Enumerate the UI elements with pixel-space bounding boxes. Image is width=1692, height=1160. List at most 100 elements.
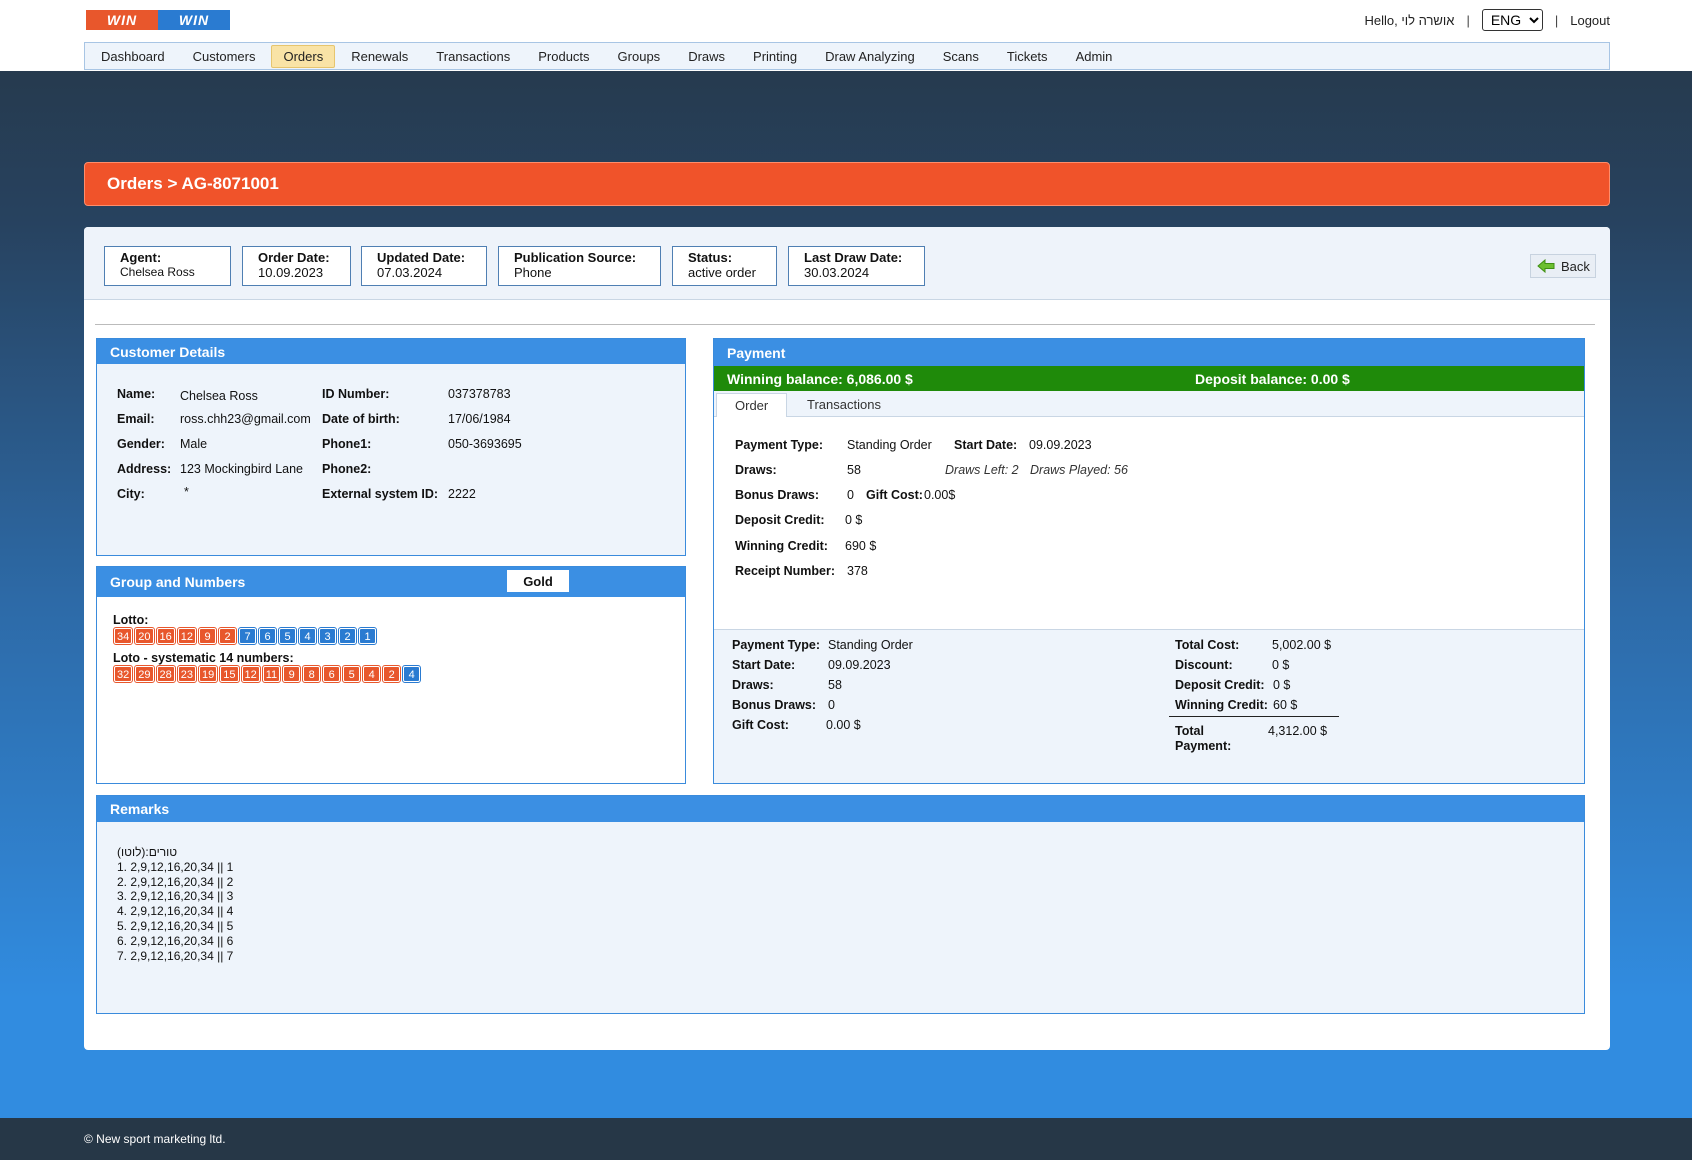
info-agent: Agent: Chelsea Ross <box>104 246 231 286</box>
group-numbers-heading: Group and Numbers Gold <box>97 567 685 597</box>
remarks-line: 3. 2,9,12,16,20,34 || 3 <box>117 889 234 904</box>
deposit-balance: Deposit balance: 0.00 $ <box>1195 371 1350 387</box>
greeting-text: Hello, אושרה לוי <box>1364 12 1455 28</box>
nav-item-tickets[interactable]: Tickets <box>995 45 1060 68</box>
logo-part-win: WIN <box>86 10 158 30</box>
summary-payment-type-value: Standing Order <box>828 638 913 652</box>
customer-address-label: Address: <box>117 462 172 476</box>
summary-winning-credit-label: Winning Credit: <box>1175 698 1268 712</box>
order-start-date-label: Start Date: <box>954 438 1018 452</box>
summary-start-date-value: 09.09.2023 <box>828 658 891 672</box>
winning-balance: Winning balance: 6,086.00 $ <box>727 371 913 387</box>
nav-item-draws[interactable]: Draws <box>676 45 737 68</box>
customer-email-value: ross.chh23@gmail.com <box>180 412 311 426</box>
nav-item-products[interactable]: Products <box>526 45 601 68</box>
remarks-line: 5. 2,9,12,16,20,34 || 5 <box>117 918 234 933</box>
nav-item-scans[interactable]: Scans <box>931 45 991 68</box>
number-ball-red: 2 <box>218 627 237 645</box>
nav-item-customers[interactable]: Customers <box>181 45 268 68</box>
number-ball-red: 16 <box>155 627 176 645</box>
order-info-strip: Agent: Chelsea Ross Order Date: 10.09.20… <box>84 227 1610 300</box>
logout-link[interactable]: Logout <box>1570 13 1610 28</box>
number-ball-red: 2 <box>382 665 402 683</box>
info-updated-date-value: 07.03.2024 <box>377 265 443 280</box>
summary-deposit-credit-value: 0 $ <box>1273 678 1291 692</box>
tab-order[interactable]: Order <box>716 393 788 418</box>
order-draws-value: 58 <box>847 463 861 477</box>
number-ball-blue: 6 <box>258 627 277 645</box>
number-ball-red: 9 <box>282 665 302 683</box>
summary-draws-label: Draws: <box>732 678 774 692</box>
payment-summary: Payment Type: Standing Order Start Date:… <box>714 630 1584 783</box>
back-button-label: Back <box>1561 258 1590 274</box>
tab-transactions[interactable]: Transactions <box>789 393 899 418</box>
order-bonus-draws-value: 0 <box>847 488 854 502</box>
lotto-numbers: 34 20 16 12 9 2 7 6 5 4 3 2 1 <box>112 627 379 645</box>
nav-item-dashboard[interactable]: Dashboard <box>89 45 177 68</box>
nav-item-printing[interactable]: Printing <box>741 45 809 68</box>
customer-external-id-value: 2222 <box>448 487 476 501</box>
order-winning-credit-label: Winning Credit: <box>735 539 828 553</box>
customer-gender-value: Male <box>180 437 208 451</box>
number-ball-red: 4 <box>362 665 382 683</box>
summary-discount-value: 0 $ <box>1272 658 1290 672</box>
info-agent-label: Agent: <box>120 250 162 265</box>
number-ball-red: 9 <box>198 627 217 645</box>
customer-phone1-value: 050-3693695 <box>448 437 522 451</box>
remarks-line: 2. 2,9,12,16,20,34 || 2 <box>117 874 234 889</box>
remarks-line: 1. 2,9,12,16,20,34 || 1 <box>117 859 234 874</box>
number-ball-red: 12 <box>240 665 261 683</box>
info-updated-date-label: Updated Date: <box>377 250 466 265</box>
number-ball-red: 12 <box>176 627 198 645</box>
payment-heading: Payment <box>714 339 1584 366</box>
order-bonus-draws-label: Bonus Draws: <box>735 488 820 502</box>
language-select[interactable]: ENG <box>1481 9 1543 31</box>
back-button[interactable]: Back <box>1530 254 1596 278</box>
info-publication-source-label: Publication Source: <box>514 250 637 265</box>
info-status-value: active order <box>688 265 756 280</box>
order-receipt-number-label: Receipt Number: <box>735 564 836 578</box>
customer-name-label: Name: <box>117 387 156 401</box>
number-ball-blue: 4 <box>298 627 317 645</box>
number-ball-red: 19 <box>197 665 219 683</box>
number-ball-blue: 7 <box>238 627 257 645</box>
info-order-date-label: Order Date: <box>258 250 330 265</box>
nav-item-draw-analyzing[interactable]: Draw Analyzing <box>813 45 927 68</box>
order-payment-type-label: Payment Type: <box>735 438 823 452</box>
summary-draws-value: 58 <box>828 678 842 692</box>
order-details: Payment Type: Standing Order Start Date:… <box>714 417 1584 630</box>
order-start-date-value: 09.09.2023 <box>1029 438 1092 452</box>
summary-winning-credit-value: 60 $ <box>1273 698 1298 712</box>
number-ball-blue: 3 <box>318 627 337 645</box>
customer-external-id-label: External system ID: <box>322 487 439 501</box>
order-payment-type-value: Standing Order <box>847 438 932 452</box>
number-ball-blue: 4 <box>402 665 422 683</box>
remarks-line: טורים:(לוטו) <box>117 845 178 859</box>
customer-city-value: * <box>184 485 189 499</box>
number-ball-blue: 5 <box>278 627 297 645</box>
summary-total-payment-value: 4,312.00 $ <box>1268 724 1328 738</box>
number-ball-red: 32 <box>112 665 134 683</box>
nav-item-admin[interactable]: Admin <box>1064 45 1125 68</box>
winwin-logo[interactable]: WIN WIN <box>86 10 230 30</box>
info-publication-source-value: Phone <box>514 265 552 280</box>
nav-item-renewals[interactable]: Renewals <box>339 45 420 68</box>
lotto-label: Lotto: <box>113 613 149 627</box>
loto-systematic-numbers: 32 29 28 23 19 15 12 11 9 8 6 5 4 2 4 <box>112 665 423 683</box>
back-arrow-icon <box>1537 259 1555 273</box>
nav-item-orders[interactable]: Orders <box>271 44 336 68</box>
summary-deposit-credit-label: Deposit Credit: <box>1175 678 1265 692</box>
info-agent-value: Chelsea Ross <box>120 265 195 279</box>
customer-email-label: Email: <box>117 412 155 426</box>
payment-panel: Payment Winning balance: 6,086.00 $ Depo… <box>713 338 1585 784</box>
nav-item-groups[interactable]: Groups <box>606 45 673 68</box>
order-winning-credit-value: 690 $ <box>845 539 877 553</box>
main-nav: Dashboard Customers Orders Renewals Transact… <box>84 42 1610 70</box>
customer-phone1-label: Phone1: <box>322 437 372 451</box>
summary-bonus-draws-value: 0 <box>828 698 835 712</box>
nav-item-transactions[interactable]: Transactions <box>424 45 522 68</box>
info-updated-date: Updated Date: 07.03.2024 <box>361 246 487 286</box>
top-header: WIN WIN Hello, אושרה לוי | ENG | Logout … <box>0 0 1692 71</box>
number-ball-red: 20 <box>134 627 155 645</box>
number-ball-red: 29 <box>134 665 155 683</box>
